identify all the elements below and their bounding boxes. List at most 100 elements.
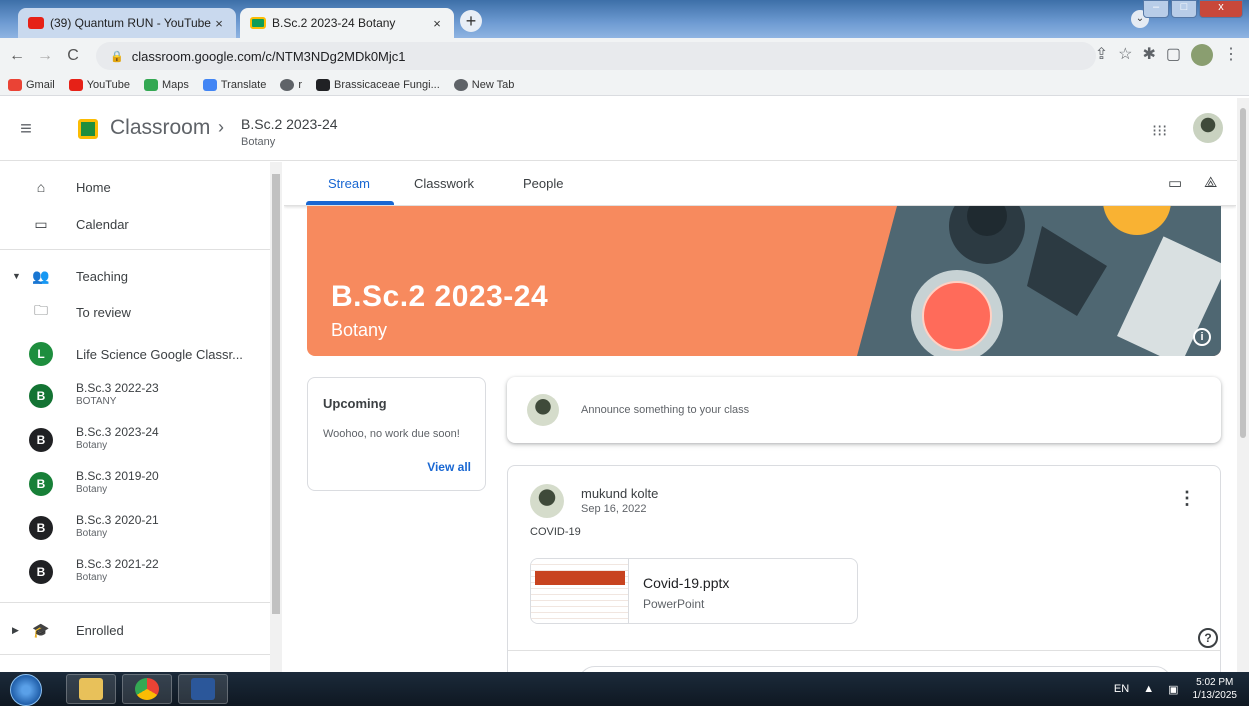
class-avatar: B [29,560,53,584]
new-tab-button[interactable]: + [460,10,482,32]
sidebar-item-class[interactable]: B B.Sc.3 2021-22 Botany [0,554,270,590]
bookmark-brassicaceae[interactable]: Brassicaceae Fungi... [316,78,440,91]
sidebar-item-class[interactable]: L Life Science Google Classr... [0,336,270,372]
forward-icon[interactable]: → [34,47,56,65]
announce-placeholder[interactable]: Announce something to your class [581,404,749,416]
tab-title: B.Sc.2 2023-24 Botany [272,16,396,30]
close-window-button[interactable]: x [1199,0,1243,18]
language-indicator[interactable]: EN [1114,683,1129,695]
caret-down-icon[interactable]: ▼ [12,271,21,281]
clock[interactable]: 5:02 PM 1/13/2025 [1193,676,1238,702]
divider [0,602,270,603]
taskbar-chrome[interactable] [122,674,172,704]
youtube-icon [28,17,44,29]
sidebar-item-teaching[interactable]: ▼ 👥 Teaching [0,258,270,294]
bookmark-translate[interactable]: Translate [202,78,266,91]
account-avatar[interactable] [1193,113,1223,143]
class-avatar: B [29,472,53,496]
back-icon[interactable]: ← [6,47,28,65]
sidebar-item-enrolled[interactable]: ▶ 🎓 Enrolled [0,612,270,648]
post-body: COVID-19 [530,526,581,538]
tab-stream[interactable]: Stream [328,176,370,191]
attachment-card[interactable]: Covid-19.pptx PowerPoint [530,558,858,624]
share-icon[interactable]: ⇪ [1095,44,1108,66]
browser-tab-strip: (39) Quantum RUN - YouTube × B.Sc.2 2023… [0,0,1249,38]
folder-icon: 🗀 [34,302,48,318]
view-all-link[interactable]: View all [427,460,471,474]
tab-classwork[interactable]: Classwork [414,176,474,191]
announce-box[interactable]: Announce something to your class [507,377,1221,443]
taskbar-word[interactable] [178,674,228,704]
side-panel-icon[interactable]: ▢ [1166,44,1181,66]
post-date: Sep 16, 2022 [581,503,647,515]
chevron-right-icon: › [218,117,224,137]
sidebar-item-calendar[interactable]: ▭ Calendar [0,206,270,242]
close-tab-icon[interactable]: × [212,16,226,31]
address-bar[interactable]: 🔒 classroom.google.com/c/NTM3NDg2MDk0Mjc… [96,42,1096,70]
bookmark-maps[interactable]: Maps [143,78,189,91]
sidebar-item-class[interactable]: B B.Sc.3 2019-20 Botany [0,466,270,502]
browser-tab-youtube[interactable]: (39) Quantum RUN - YouTube × [18,8,236,38]
tray-expand-icon[interactable]: ▲ [1143,683,1154,695]
class-avatar: L [29,342,53,366]
people-icon: 👥 [32,267,50,284]
reload-icon[interactable]: C [62,47,84,65]
sidebar-item-class[interactable]: B B.Sc.3 2020-21 Botany [0,510,270,546]
globe-icon [453,78,468,91]
minimize-button[interactable]: – [1143,0,1169,18]
close-tab-icon[interactable]: × [430,16,444,31]
classroom-logo-icon[interactable] [78,119,98,139]
info-icon[interactable]: i [1193,328,1211,346]
menu-kebab-icon[interactable]: ⋮ [1223,44,1239,66]
page-scrollbar[interactable] [1237,98,1249,672]
class-avatar: B [29,384,53,408]
divider [0,249,270,250]
bookmark-gmail[interactable]: Gmail [8,78,55,91]
calendar-icon[interactable]: ▭ [1168,174,1182,192]
translate-icon [202,78,217,91]
bookmark-new-tab[interactable]: New Tab [453,78,514,91]
bookmark-r[interactable]: r [280,78,302,91]
taskbar-explorer[interactable] [66,674,116,704]
home-icon: ⌂ [36,179,46,195]
caret-right-icon[interactable]: ▶ [12,625,19,636]
class-avatar: B [29,428,53,452]
maps-pin-icon [143,78,158,91]
sidebar-item-class[interactable]: B B.Sc.3 2022-23 BOTANY [0,378,270,414]
browser-tab-classroom[interactable]: B.Sc.2 2023-24 Botany × [240,8,454,38]
scrollbar-thumb[interactable] [1240,108,1246,438]
sidebar-item-class[interactable]: B B.Sc.3 2023-24 Botany [0,422,270,458]
url-text: classroom.google.com/c/NTM3NDg2MDk0Mjc1 [131,48,406,64]
sidebar-item-to-review[interactable]: 🗀 To review [0,294,270,330]
bookmark-star-icon[interactable]: ☆ [1118,44,1132,66]
attachment-type: PowerPoint [643,597,705,611]
calendar-icon: ▭ [34,215,48,232]
word-icon [191,678,215,700]
drive-icon[interactable]: ⟁ [1204,174,1217,191]
breadcrumb-subtitle: Botany [241,136,276,148]
banner-subtitle: Botany [331,320,388,340]
profile-avatar[interactable] [1191,44,1213,66]
more-options-icon[interactable]: ⋮ [1178,488,1196,509]
breadcrumb-title: B.Sc.2 2023-24 [241,116,338,132]
extensions-icon[interactable]: ✱ [1142,44,1155,66]
tab-people[interactable]: People [523,176,563,191]
play-icon [316,78,330,91]
help-icon[interactable]: ? [1198,628,1218,648]
scrollbar-thumb[interactable] [272,174,280,614]
sidebar-scrollbar[interactable] [270,162,282,672]
user-avatar [527,394,559,426]
main-menu-icon[interactable]: ≡ [8,111,44,147]
upcoming-title: Upcoming [323,396,387,411]
network-icon[interactable]: ▣ [1168,683,1178,696]
app-name[interactable]: Classroom [110,116,210,140]
sidebar-item-home[interactable]: ⌂ Home [0,169,270,205]
lock-icon[interactable]: 🔒 [110,50,124,63]
bookmark-youtube[interactable]: YouTube [68,78,130,91]
google-apps-icon[interactable]: ⁝⁝⁝ [1152,121,1167,141]
maximize-button[interactable]: □ [1171,0,1197,18]
post-author: mukund kolte [581,486,659,501]
sidebar: ⌂ Home ▭ Calendar ▼ 👥 Teaching 🗀 To revi… [0,162,282,672]
start-button[interactable] [10,674,42,706]
window-controls: – □ x [1143,0,1243,18]
